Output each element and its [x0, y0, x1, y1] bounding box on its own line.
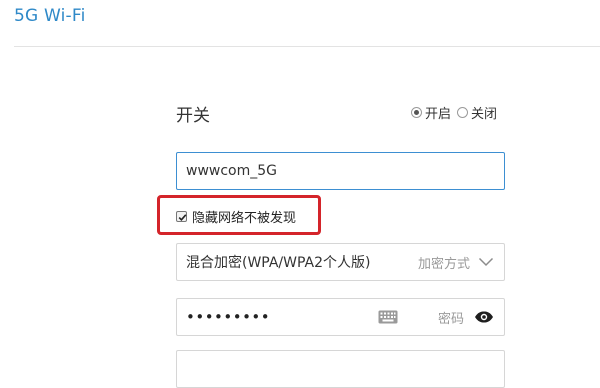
page-title: 5G Wi-Fi [14, 6, 86, 26]
ssid-field[interactable] [176, 152, 505, 190]
radio-option-off[interactable]: 关闭 [457, 103, 497, 122]
eye-icon[interactable] [474, 311, 494, 323]
next-field[interactable] [176, 350, 505, 388]
chevron-down-icon[interactable] [478, 257, 494, 267]
switch-label: 开关 [176, 106, 210, 126]
password-field[interactable]: ••••••••• 密码 [176, 298, 505, 336]
radio-off-label: 关闭 [471, 107, 498, 122]
password-hint: 密码 [437, 311, 464, 327]
radio-option-on[interactable]: 开启 [411, 103, 451, 122]
radio-off[interactable] [457, 107, 469, 118]
hide-network-label: 隐藏网络不被发现 [192, 211, 297, 226]
checkmark-icon [178, 214, 187, 221]
radio-on[interactable] [411, 107, 422, 118]
keyboard-icon[interactable] [378, 310, 398, 324]
encryption-select[interactable]: 混合加密(WPA/WPA2个人版) 加密方式 [176, 243, 505, 281]
encryption-value: 混合加密(WPA/WPA2个人版) [186, 255, 371, 271]
switch-radio-group: 开启 关闭 [411, 103, 497, 122]
title-divider [14, 46, 600, 47]
ssid-input[interactable] [186, 163, 504, 179]
encryption-hint: 加密方式 [417, 256, 470, 272]
radio-on-label: 开启 [425, 107, 452, 122]
hide-network-checkbox[interactable] [176, 211, 187, 222]
hide-network-option[interactable]: 隐藏网络不被发现 [176, 207, 296, 226]
password-value[interactable]: ••••••••• [186, 308, 270, 326]
